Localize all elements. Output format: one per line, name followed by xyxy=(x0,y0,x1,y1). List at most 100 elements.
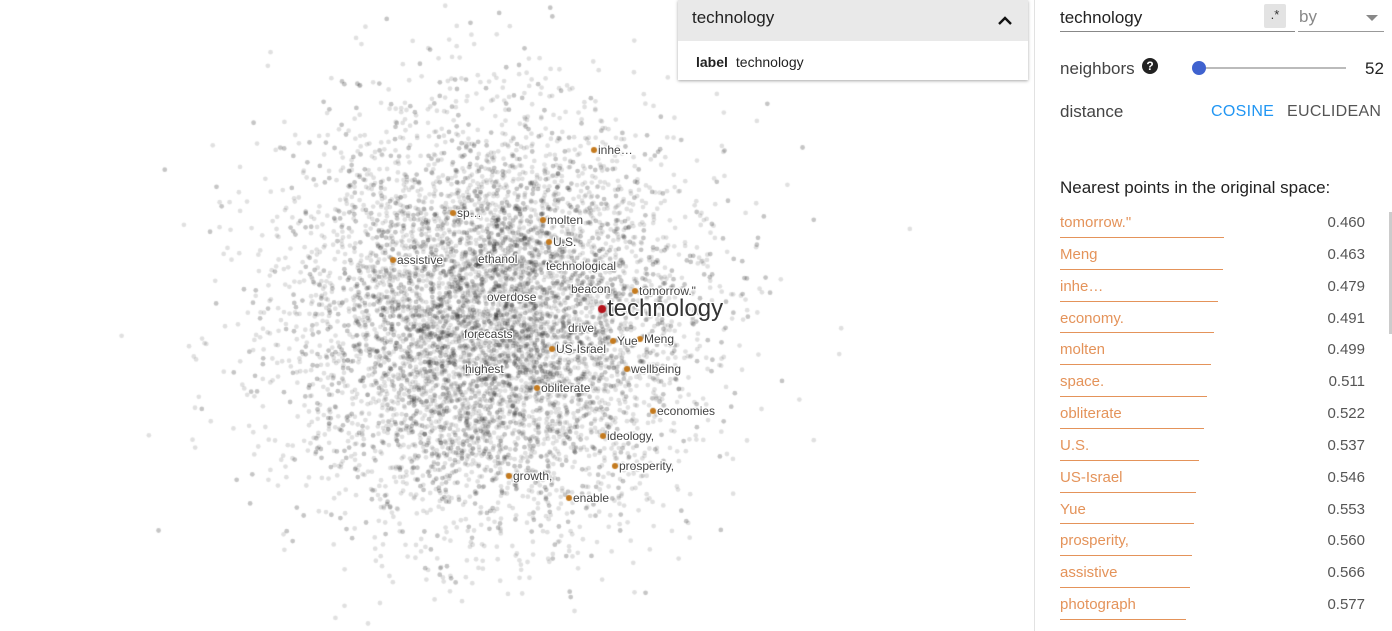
neighbors-value: 52 xyxy=(1365,59,1384,78)
point-label[interactable]: obliterate xyxy=(541,381,590,395)
nearest-point-label[interactable]: Meng xyxy=(1060,246,1098,263)
distance-bar xyxy=(1060,491,1196,493)
search-by-select[interactable]: by xyxy=(1298,5,1384,32)
search-input[interactable] xyxy=(1060,5,1295,32)
nearest-point-label[interactable]: prosperity, xyxy=(1060,532,1129,549)
point-label[interactable]: Yue xyxy=(617,334,638,348)
neighbors-label: neighbors xyxy=(1060,59,1135,78)
nearest-point-distance: 0.577 xyxy=(1327,596,1365,614)
nearest-point-row[interactable]: photograph 0.577 xyxy=(1060,591,1365,623)
nearest-point-distance: 0.511 xyxy=(1328,373,1365,391)
point-label[interactable]: inhe… xyxy=(598,143,633,157)
nearest-point-label[interactable]: Yue xyxy=(1060,501,1086,518)
nearest-point-distance: 0.566 xyxy=(1327,564,1365,582)
dropdown-caret-icon xyxy=(1366,15,1378,21)
point-cloud[interactable] xyxy=(0,0,1034,631)
nearest-point-row[interactable]: tomorrow." 0.460 xyxy=(1060,209,1365,241)
distance-bar xyxy=(1060,459,1199,461)
distance-bar xyxy=(1060,300,1218,302)
search-by-placeholder: by xyxy=(1299,7,1317,26)
distance-bar xyxy=(1060,555,1192,557)
nearest-point-distance: 0.463 xyxy=(1327,245,1365,263)
nearest-point-row[interactable]: molten 0.499 xyxy=(1060,336,1365,368)
nearest-point-label[interactable]: molten xyxy=(1060,341,1105,358)
nearest-point-distance: 0.491 xyxy=(1327,309,1365,327)
nearest-point-label[interactable]: obliterate xyxy=(1060,405,1122,422)
point-label[interactable]: Meng xyxy=(644,332,674,346)
distance-bar xyxy=(1060,396,1207,398)
nearest-point-distance: 0.553 xyxy=(1327,500,1365,518)
metadata-key: label xyxy=(696,54,728,70)
point-label[interactable]: assistive xyxy=(397,253,443,267)
nearest-point-label[interactable]: US-Israel xyxy=(1060,469,1123,486)
point-label[interactable]: molten xyxy=(547,213,583,227)
selected-point-header[interactable]: technology xyxy=(678,0,1028,41)
point-label[interactable]: economies xyxy=(657,404,715,418)
nearest-point-label[interactable]: space. xyxy=(1060,373,1104,390)
selected-point-card: technology label technology xyxy=(678,0,1028,80)
cosine-metric-button[interactable]: COSINE xyxy=(1211,103,1274,121)
nearest-point-distance: 0.560 xyxy=(1327,532,1365,550)
nearest-point-distance: 0.499 xyxy=(1327,341,1365,359)
selected-point-title: technology xyxy=(692,8,775,27)
nearest-point-label[interactable]: inhe… xyxy=(1060,278,1103,295)
point-label[interactable]: technological xyxy=(546,259,616,273)
distance-bar xyxy=(1060,364,1211,366)
inspector-panel: .* by neighbors ? 52 distance COSINE EUC… xyxy=(1034,0,1392,631)
point-label[interactable]: sp… xyxy=(457,206,482,220)
nearest-point-label[interactable]: assistive xyxy=(1060,564,1118,581)
nearest-point-distance: 0.522 xyxy=(1327,405,1365,423)
point-label[interactable]: beacon xyxy=(571,282,610,296)
nearest-point-distance: 0.479 xyxy=(1327,277,1365,295)
point-label[interactable]: enable xyxy=(573,491,609,505)
nearest-point-row[interactable]: obliterate 0.522 xyxy=(1060,400,1365,432)
point-label[interactable]: highest xyxy=(465,362,504,376)
nearest-point-distance: 0.460 xyxy=(1327,214,1365,231)
distance-bar xyxy=(1060,332,1214,334)
point-label[interactable]: wellbeing xyxy=(631,362,681,376)
projection-canvas[interactable]: inhe… sp… molten U.S. assistive ethanol techno… xyxy=(0,0,1034,631)
point-label[interactable]: prosperity, xyxy=(619,459,674,473)
nearest-point-row[interactable]: US-Israel 0.546 xyxy=(1060,464,1365,496)
point-label[interactable]: growth, xyxy=(513,469,552,483)
nearest-point-row[interactable]: Yue 0.553 xyxy=(1060,496,1365,528)
nearest-point-row[interactable]: economy. 0.491 xyxy=(1060,305,1365,337)
nearest-point-label[interactable]: U.S. xyxy=(1060,437,1089,454)
nearest-point-label[interactable]: photograph xyxy=(1060,596,1136,613)
point-label[interactable]: forecasts xyxy=(464,327,513,341)
point-label[interactable]: ethanol xyxy=(478,252,517,266)
neighbors-slider-knob[interactable] xyxy=(1192,61,1206,75)
nearest-points-list: tomorrow." 0.460 Meng 0.463 inhe… 0.479 econom… xyxy=(1060,209,1365,623)
selected-point-label[interactable]: technology xyxy=(607,296,723,322)
point-label[interactable]: overdose xyxy=(487,290,536,304)
distance-bar xyxy=(1060,236,1224,238)
point-label[interactable]: drive xyxy=(568,321,594,335)
nearest-point-distance: 0.546 xyxy=(1327,468,1365,486)
nearest-point-label[interactable]: economy. xyxy=(1060,310,1124,327)
nearest-point-row[interactable]: space. 0.511 xyxy=(1060,368,1365,400)
nearest-point-row[interactable]: inhe… 0.479 xyxy=(1060,273,1365,305)
distance-bar xyxy=(1060,523,1194,525)
point-label[interactable]: ideology, xyxy=(607,429,654,443)
point-label[interactable]: U.S. xyxy=(553,235,576,249)
nearest-point-distance: 0.537 xyxy=(1327,436,1365,454)
chevron-up-icon[interactable] xyxy=(996,12,1014,30)
nearest-point-label[interactable]: tomorrow." xyxy=(1060,214,1131,231)
nearest-point-row[interactable]: prosperity, 0.560 xyxy=(1060,527,1365,559)
distance-bar xyxy=(1060,587,1190,589)
nearest-points-title: Nearest points in the original space: xyxy=(1060,178,1331,197)
distance-bar xyxy=(1060,268,1223,270)
nearest-point-row[interactable]: U.S. 0.537 xyxy=(1060,432,1365,464)
nearest-point-row[interactable]: Meng 0.463 xyxy=(1060,241,1365,273)
help-icon[interactable]: ? xyxy=(1142,58,1158,74)
distance-bar xyxy=(1060,618,1186,620)
euclidean-metric-button[interactable]: EUCLIDEAN xyxy=(1287,103,1381,121)
neighbors-slider[interactable] xyxy=(1192,61,1346,75)
regex-toggle-button[interactable]: .* xyxy=(1264,4,1286,28)
nearest-point-row[interactable]: assistive 0.566 xyxy=(1060,559,1365,591)
distance-bar xyxy=(1060,427,1204,429)
distance-label: distance xyxy=(1060,102,1124,121)
metadata-value: technology xyxy=(735,54,804,70)
point-label[interactable]: US-Israel xyxy=(556,342,606,356)
metadata-row: label technology xyxy=(696,54,804,70)
